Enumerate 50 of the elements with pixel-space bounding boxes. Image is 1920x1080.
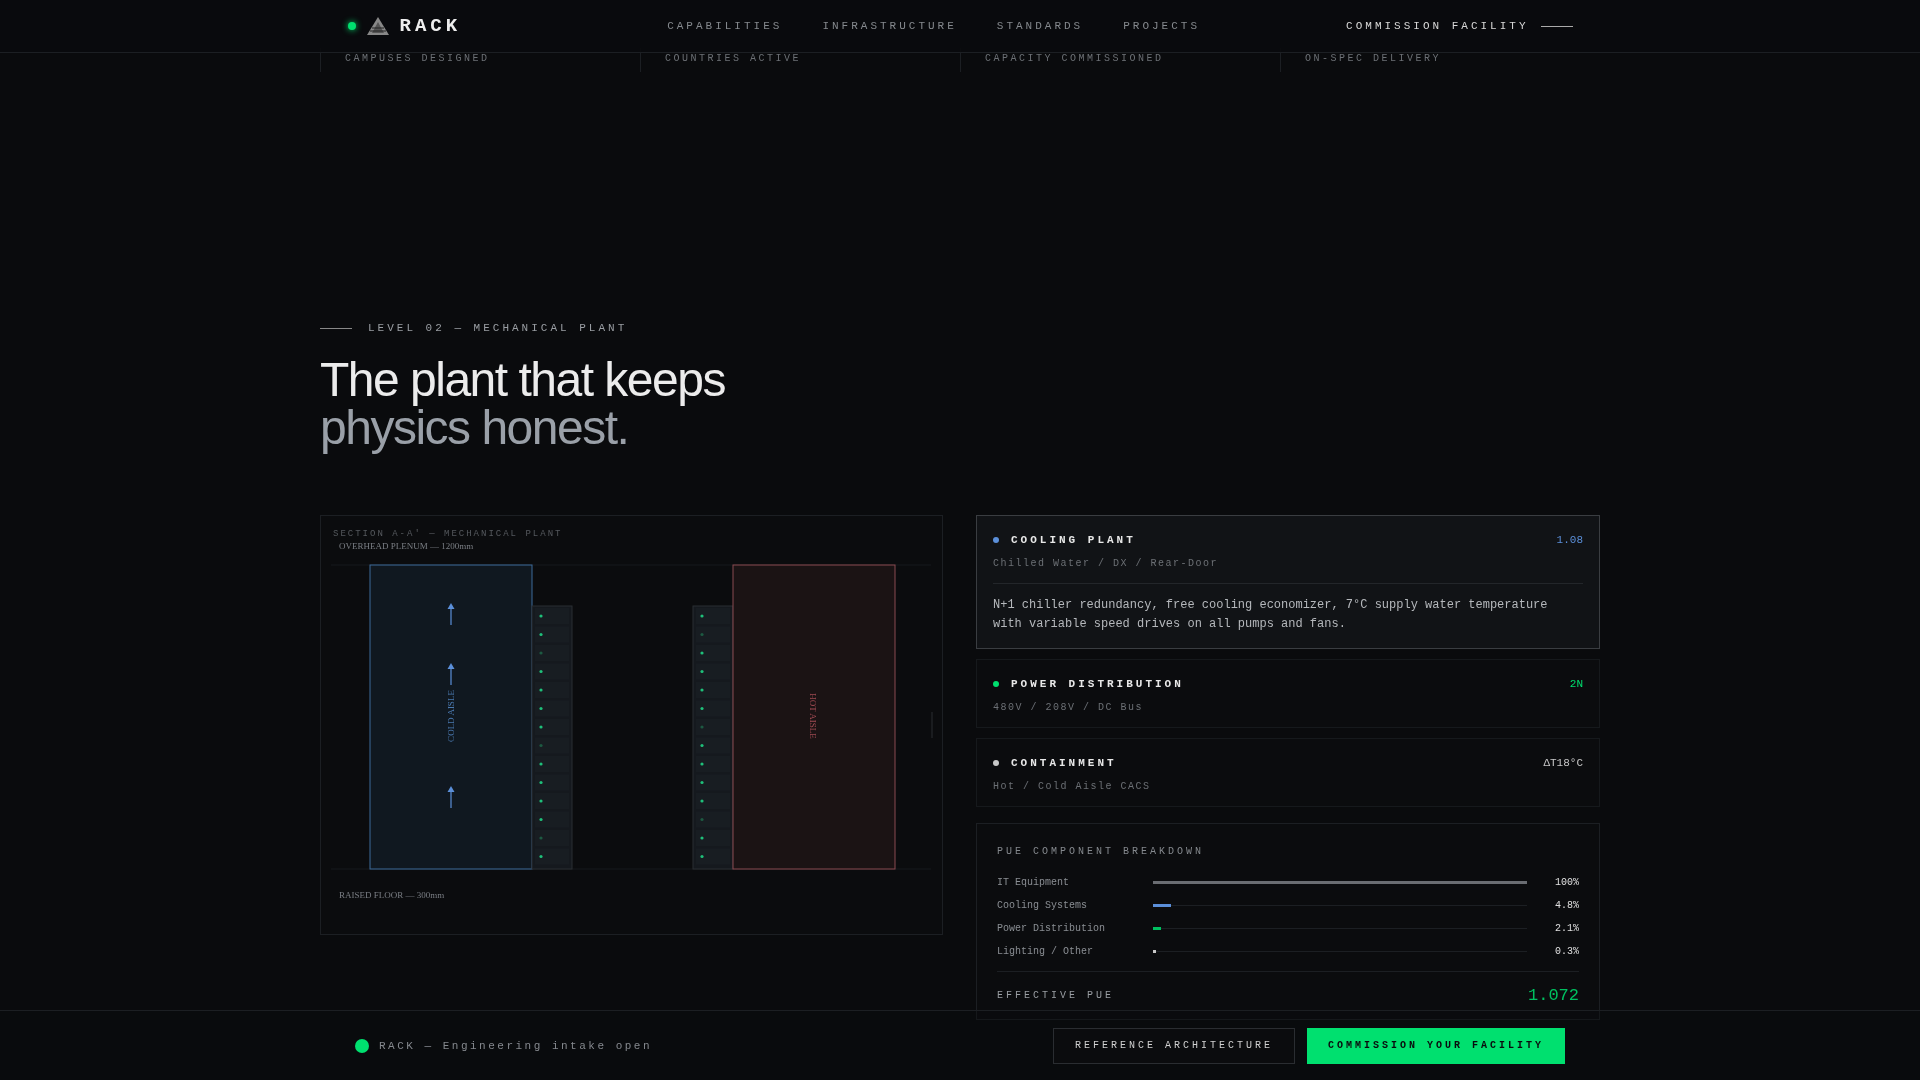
component-label: Cooling Systems bbox=[997, 900, 1088, 911]
component-label: IT Equipment bbox=[997, 877, 1070, 888]
plenum-label: OVERHEAD PLENUM — 1200mm bbox=[339, 541, 474, 551]
total-value: 1.072 bbox=[1528, 986, 1579, 1005]
breakdown-title: PUE COMPONENT BREAKDOWN bbox=[997, 846, 1206, 857]
system-name: COOLING PLANT bbox=[1011, 534, 1137, 546]
system-subtitle: Chilled Water / DX / Rear-Door bbox=[993, 558, 1220, 569]
system-subtitle: 480V / 208V / DC Bus bbox=[993, 702, 1145, 713]
heading: The plant that keeps bbox=[320, 356, 726, 404]
hot-aisle-label: HOT AISLE bbox=[808, 693, 818, 739]
status-dot bbox=[347, 22, 356, 30]
nav-link[interactable]: PROJECTS bbox=[1123, 20, 1201, 32]
nav-link[interactable]: STANDARDS bbox=[996, 20, 1084, 32]
secondary-button[interactable]: REFERENCE ARCHITECTURE bbox=[1052, 1027, 1295, 1064]
intake-status: RACK — Engineering intake open bbox=[379, 1039, 653, 1052]
floor-label: RAISED FLOOR — 300mm bbox=[339, 890, 445, 900]
airflow-arrow bbox=[447, 663, 455, 686]
airflow-arrow bbox=[447, 603, 455, 626]
stat-label: COUNTRIES ACTIVE bbox=[665, 53, 801, 64]
system-name: POWER DISTRIBUTION bbox=[1011, 678, 1185, 690]
component-percent: 0.3% bbox=[1554, 946, 1579, 957]
stat-label: ON-SPEC DELIVERY bbox=[1305, 53, 1441, 64]
cold-aisle-label: COLD AISLE bbox=[446, 690, 456, 742]
brand-name: RACK bbox=[399, 15, 462, 37]
primary-button[interactable]: COMMISSION YOUR FACILITY bbox=[1306, 1027, 1565, 1064]
system-name: CONTAINMENT bbox=[1011, 757, 1118, 769]
system-description: N+1 chiller redundancy, free cooling economizer, 7°C supply water temperature with variable speed drives on all pumps and fans. bbox=[993, 583, 1583, 634]
section-eyebrow: LEVEL 02 — MECHANICAL PLANT bbox=[368, 322, 628, 334]
stat-label: CAMPUSES DESIGNED bbox=[345, 53, 490, 64]
system-value: 1.08 bbox=[1556, 534, 1583, 546]
diagram-title: SECTION A-A′ — MECHANICAL PLANT bbox=[333, 529, 563, 539]
status-dot bbox=[355, 1038, 369, 1053]
component-percent: 2.1% bbox=[1554, 923, 1579, 934]
airflow-arrow bbox=[447, 786, 455, 809]
system-card[interactable]: COOLING PLANT 1.08 Chilled Water / DX / Rear-Door N+1 chiller redundancy, free cooling economizer, 7°C supply water temperature with variable speed drives on all pumps and fans. bbox=[976, 515, 1600, 649]
system-card[interactable]: CONTAINMENT ΔT18°C Hot / Cold Aisle CACS bbox=[976, 738, 1600, 807]
logo-icon bbox=[365, 16, 390, 36]
system-value: 2N bbox=[1569, 678, 1583, 690]
system-card[interactable]: POWER DISTRIBUTION 2N 480V / 208V / DC Bus bbox=[976, 659, 1600, 728]
total-label: EFFECTIVE PUE bbox=[997, 990, 1114, 1001]
nav-link[interactable]: INFRASTRUCTURE bbox=[822, 20, 957, 32]
component-label: Lighting / Other bbox=[997, 946, 1094, 957]
component-label: Power Distribution bbox=[997, 923, 1107, 934]
system-subtitle: Hot / Cold Aisle CACS bbox=[993, 781, 1152, 792]
stat-label: CAPACITY COMMISSIONED bbox=[985, 53, 1164, 64]
component-percent: 100% bbox=[1554, 877, 1579, 888]
system-value: ΔT18°C bbox=[1543, 757, 1583, 769]
commission-link[interactable]: COMMISSION FACILITY bbox=[1346, 20, 1573, 32]
component-percent: 4.8% bbox=[1554, 900, 1579, 911]
nav-link[interactable]: CAPABILITIES bbox=[667, 20, 783, 32]
